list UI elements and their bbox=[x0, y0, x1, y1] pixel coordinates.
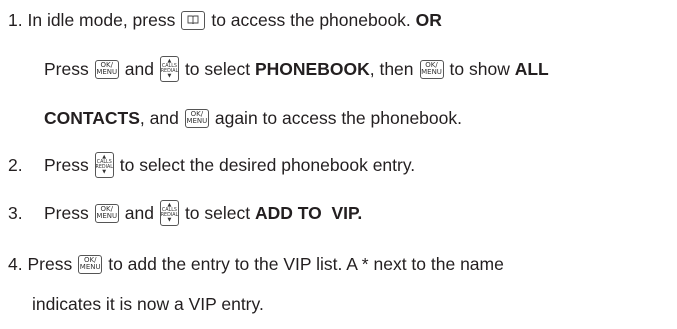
step-1-line-3: CONTACTS , and OK/MENU again to access t… bbox=[44, 105, 462, 131]
step-number: 4. bbox=[8, 253, 23, 274]
step-text: Press bbox=[27, 253, 73, 274]
step-number: 3. bbox=[8, 202, 23, 223]
step-text: and bbox=[124, 202, 154, 223]
step-text: In idle mode, press bbox=[27, 9, 176, 30]
step-text: to select the desired phonebook entry. bbox=[119, 154, 416, 175]
ok-menu-key-icon: OK/MENU bbox=[94, 203, 119, 223]
ok-menu-key-icon: OK/MENU bbox=[94, 59, 119, 79]
step-text: Press bbox=[44, 202, 89, 223]
step-3-line: 3. Press OK/MENU and ▲ CALLS REDIAL ▼ to se… bbox=[8, 200, 362, 226]
step-text: to show bbox=[449, 58, 510, 79]
ok-menu-key-icon: OK/MENU bbox=[184, 108, 209, 128]
step-1-line-2: Press OK/MENU and ▲ CALLS REDIAL ▼ to selec… bbox=[44, 56, 549, 82]
step-text: to select bbox=[184, 58, 251, 79]
calls-redial-key-icon: ▲ CALLS REDIAL ▼ bbox=[94, 152, 114, 178]
step-number: 2. bbox=[8, 154, 23, 175]
step-1-line-1: 1. In idle mode, press to access the pho… bbox=[8, 7, 442, 33]
calls-redial-key-icon: ▲ CALLS REDIAL ▼ bbox=[159, 200, 179, 226]
step-text: to select bbox=[184, 202, 251, 223]
step-text: indicates it is now a VIP entry. bbox=[32, 293, 264, 314]
step-emphasis: ADD TO VIP. bbox=[255, 202, 363, 223]
step-emphasis: OR bbox=[415, 9, 442, 30]
step-text: Press bbox=[44, 154, 89, 175]
step-text: , then bbox=[369, 58, 414, 79]
step-number: 1. bbox=[8, 9, 23, 30]
step-emphasis: ALL bbox=[514, 58, 549, 79]
phonebook-key-icon bbox=[181, 10, 206, 30]
step-text: to add the entry to the VIP list. A * ne… bbox=[108, 253, 504, 274]
step-2-line: 2. Press ▲ CALLS REDIAL ▼ to select the des… bbox=[8, 152, 415, 178]
step-4-line-1: 4. Press OK/MENU to add the entry to the… bbox=[8, 251, 504, 277]
step-emphasis: PHONEBOOK bbox=[255, 58, 370, 79]
step-4-line-2: indicates it is now a VIP entry. bbox=[32, 291, 264, 317]
step-text: Press bbox=[44, 58, 89, 79]
step-text: again to access the phonebook. bbox=[214, 107, 462, 128]
step-emphasis: CONTACTS bbox=[44, 107, 140, 128]
step-text: to access the phonebook. bbox=[211, 9, 411, 30]
ok-menu-key-icon: OK/MENU bbox=[419, 59, 444, 79]
step-text: , and bbox=[139, 107, 179, 128]
ok-menu-key-icon: OK/MENU bbox=[78, 254, 103, 274]
step-text: and bbox=[124, 58, 154, 79]
calls-redial-key-icon: ▲ CALLS REDIAL ▼ bbox=[159, 56, 179, 82]
